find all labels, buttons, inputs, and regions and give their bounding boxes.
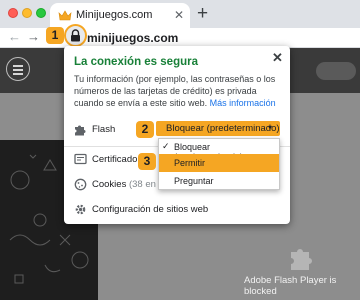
flash-permission-select[interactable]: Bloquear (predeterminado) ▾ — [156, 121, 280, 136]
new-tab-button[interactable]: + — [197, 3, 208, 25]
site-header-button[interactable] — [316, 62, 356, 80]
maximize-window-button[interactable] — [36, 8, 46, 18]
more-info-link[interactable]: Más información — [210, 98, 276, 108]
cookies-label: Cookies — [92, 179, 127, 190]
address-bar[interactable]: minijuegos.com — [87, 31, 178, 45]
cookie-icon — [74, 178, 87, 191]
back-button[interactable]: ← — [8, 28, 21, 46]
certificate-icon — [74, 153, 87, 165]
step-badge-2: 2 — [136, 121, 154, 138]
lock-icon — [71, 29, 80, 42]
gear-icon — [75, 204, 86, 215]
close-window-button[interactable] — [8, 8, 18, 18]
plugin-puzzle-icon — [291, 249, 312, 270]
popup-close-icon[interactable]: ✕ — [272, 50, 283, 66]
minimize-window-button[interactable] — [22, 8, 32, 18]
dropdown-option-allow[interactable]: Permitir — [159, 154, 279, 172]
connection-secure-title: La conexión es segura — [74, 56, 198, 68]
dropdown-option-ask[interactable]: Preguntar — [174, 176, 214, 186]
tab-strip: Minijuegos.com ✕ + — [0, 0, 360, 28]
dropdown-option-allow-label: Permitir — [174, 158, 205, 168]
step-badge-1: 1 — [46, 27, 64, 44]
site-settings-item[interactable]: Configuración de sitios web — [92, 204, 208, 215]
connection-description: Tu información (por ejemplo, las contras… — [74, 73, 286, 109]
flash-puzzle-icon — [75, 125, 86, 136]
site-info-popup: La conexión es segura ✕ Tu información (… — [64, 46, 290, 224]
checkmark-icon: ✓ — [162, 141, 170, 151]
hamburger-icon[interactable] — [6, 57, 30, 81]
forward-button[interactable]: → — [27, 28, 40, 46]
tab-title: Minijuegos.com — [76, 9, 153, 21]
site-info-button[interactable] — [64, 24, 87, 47]
flash-blocked-message: Adobe Flash Player is blocked — [244, 275, 337, 297]
flash-select-value: Bloquear (predeterminado) — [166, 123, 280, 134]
tab-close-icon[interactable]: ✕ — [174, 8, 184, 22]
flash-permission-dropdown: ✓ Bloquear (predeterminado) Permitir Pre… — [158, 138, 280, 190]
crown-icon — [58, 10, 72, 21]
flash-label: Flash — [92, 124, 116, 135]
chevron-down-icon: ▾ — [268, 123, 273, 132]
step-badge-3: 3 — [138, 153, 156, 170]
